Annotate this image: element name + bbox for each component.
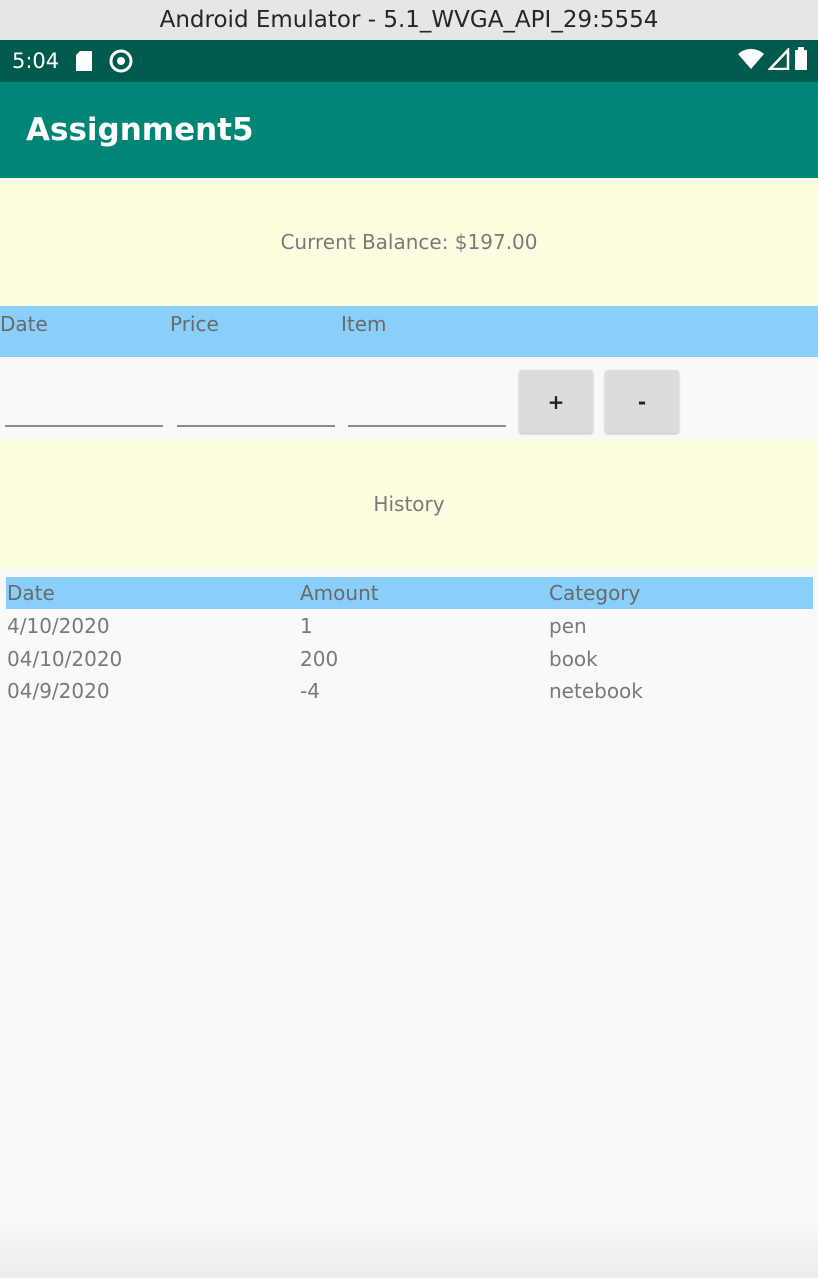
row-date: 04/10/2020	[7, 647, 123, 671]
subtract-button[interactable]: -	[605, 370, 679, 433]
row-amount: -4	[300, 679, 320, 703]
wifi-icon	[738, 48, 764, 74]
row-date: 4/10/2020	[7, 614, 110, 638]
row-amount: 200	[300, 647, 339, 671]
history-table-header: Date Amount Category	[6, 577, 813, 609]
input-header: Date Price Item	[0, 306, 818, 357]
table-row: 4/10/2020 1 pen	[6, 610, 813, 642]
column-header-date: Date	[7, 581, 55, 605]
balance-panel: Current Balance: $197.00	[0, 178, 818, 306]
balance-label: Current Balance: $197.00	[280, 230, 538, 254]
sd-card-icon	[75, 50, 93, 72]
main-content: Current Balance: $197.00 Date Price Item…	[0, 178, 818, 1278]
table-row: 04/9/2020 -4 netebook	[6, 675, 813, 707]
item-header: Item	[341, 312, 387, 336]
status-time: 5:04	[12, 49, 60, 73]
sync-disabled-icon	[109, 49, 133, 73]
table-row: 04/10/2020 200 book	[6, 643, 813, 675]
battery-icon	[794, 47, 808, 75]
row-category: book	[549, 647, 598, 671]
column-header-amount: Amount	[300, 581, 379, 605]
add-button[interactable]: +	[519, 370, 593, 433]
item-input[interactable]	[348, 425, 506, 427]
date-header: Date	[0, 312, 48, 336]
window-titlebar: Android Emulator - 5.1_WVGA_API_29:5554	[0, 0, 818, 40]
row-category: netebook	[549, 679, 643, 703]
app-bar: Assignment5	[0, 82, 818, 178]
window-title: Android Emulator - 5.1_WVGA_API_29:5554	[159, 7, 659, 33]
status-bar: 5:04	[0, 40, 818, 82]
price-input[interactable]	[177, 425, 335, 427]
bottom-shadow	[0, 1218, 818, 1278]
date-input[interactable]	[5, 425, 163, 427]
history-title: History	[373, 492, 445, 516]
history-panel: History	[0, 440, 818, 568]
row-date: 04/9/2020	[7, 679, 110, 703]
app-title: Assignment5	[26, 112, 254, 148]
signal-icon	[767, 46, 790, 74]
price-header: Price	[170, 312, 219, 336]
column-header-category: Category	[549, 581, 641, 605]
row-category: pen	[549, 614, 587, 638]
row-amount: 1	[300, 614, 313, 638]
